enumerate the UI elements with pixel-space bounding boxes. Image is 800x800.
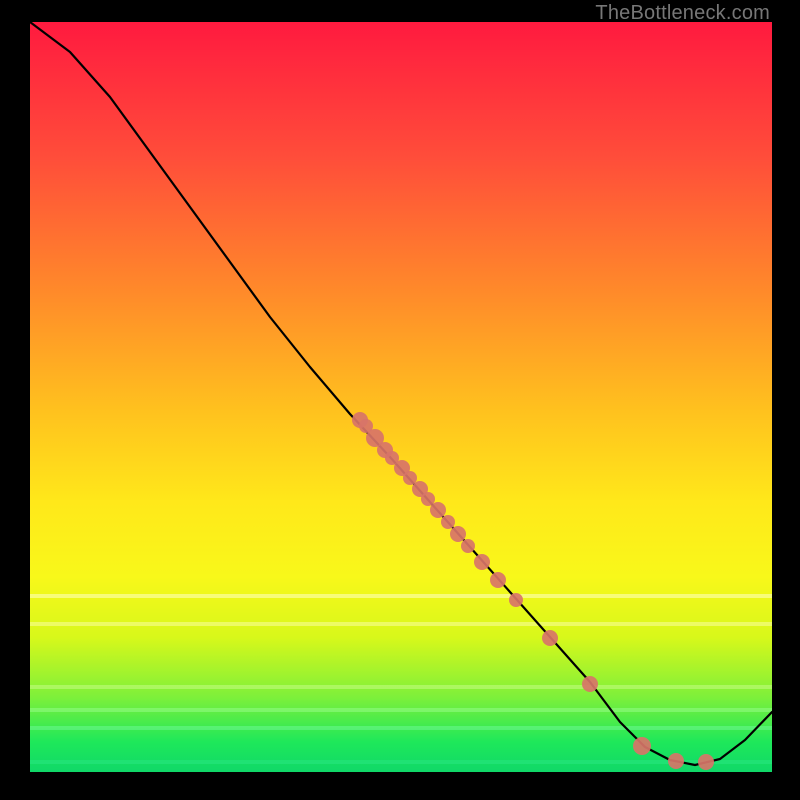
data-marker <box>509 593 523 607</box>
data-marker <box>698 754 714 770</box>
data-marker <box>441 515 455 529</box>
data-marker <box>461 539 475 553</box>
data-marker <box>474 554 490 570</box>
curve-svg <box>30 22 772 772</box>
plot-area <box>30 22 772 772</box>
data-marker <box>668 753 684 769</box>
chart-frame: TheBottleneck.com <box>0 0 800 800</box>
markers-group <box>352 412 714 770</box>
data-marker <box>542 630 558 646</box>
data-marker <box>450 526 466 542</box>
data-marker <box>633 737 651 755</box>
curve-line <box>30 22 772 765</box>
data-marker <box>582 676 598 692</box>
data-marker <box>430 502 446 518</box>
data-marker <box>490 572 506 588</box>
